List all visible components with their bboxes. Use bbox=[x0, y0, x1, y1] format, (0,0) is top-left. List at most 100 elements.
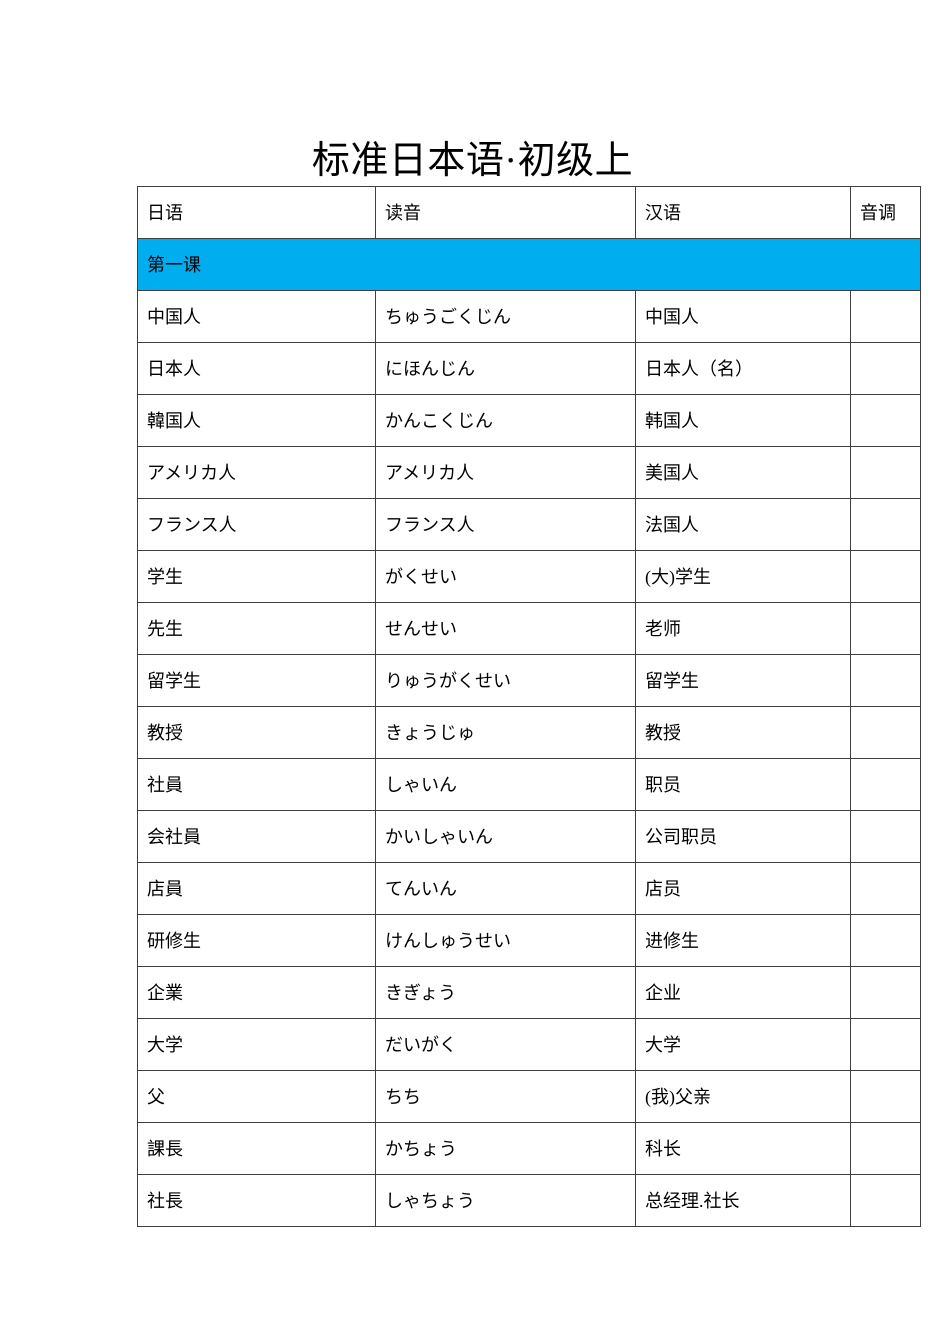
cell-chinese: 日本人（名） bbox=[635, 342, 851, 395]
cell-chinese: (大)学生 bbox=[635, 550, 851, 603]
table-row: 会社員 かいしゃいん 公司职员 bbox=[137, 810, 921, 863]
cell-chinese: 总经理.社长 bbox=[635, 1174, 851, 1227]
table-row: 先生 せんせい 老师 bbox=[137, 602, 921, 655]
cell-pitch bbox=[850, 1018, 921, 1071]
table-row: 大学 だいがく 大学 bbox=[137, 1018, 921, 1071]
table-row: 父ちち (我)父亲 bbox=[137, 1070, 921, 1123]
cell-pitch bbox=[850, 342, 921, 395]
cell-japanese: フランス人 bbox=[137, 498, 376, 551]
cell-pitch bbox=[850, 446, 921, 499]
cell-japanese: 課長 bbox=[137, 1122, 376, 1175]
cell-reading: かちょう bbox=[375, 1122, 636, 1175]
column-header-japanese: 日语 bbox=[137, 186, 376, 239]
cell-reading: にほんじん bbox=[375, 342, 636, 395]
table-row: 店員 てんいん 店员 bbox=[137, 862, 921, 915]
cell-chinese: (我)父亲 bbox=[635, 1070, 851, 1123]
cell-chinese: 教授 bbox=[635, 706, 851, 759]
cell-reading: フランス人 bbox=[375, 498, 636, 551]
cell-chinese: 企业 bbox=[635, 966, 851, 1019]
cell-chinese: 大学 bbox=[635, 1018, 851, 1071]
table-row: フランス人 フランス人 法国人 bbox=[137, 498, 921, 551]
cell-pitch bbox=[850, 810, 921, 863]
cell-japanese: 会社員 bbox=[137, 810, 376, 863]
table-header: 日语 读音 汉语 音调 bbox=[137, 186, 921, 239]
cell-chinese: 公司职员 bbox=[635, 810, 851, 863]
cell-pitch bbox=[850, 602, 921, 655]
cell-reading: がくせい bbox=[375, 550, 636, 603]
cell-japanese: 大学 bbox=[137, 1018, 376, 1071]
cell-reading: しゃいん bbox=[375, 758, 636, 811]
cell-chinese: 进修生 bbox=[635, 914, 851, 967]
cell-reading: けんしゅうせい bbox=[375, 914, 636, 967]
table-row: 企業 きぎょう 企业 bbox=[137, 966, 921, 1019]
cell-japanese: 企業 bbox=[137, 966, 376, 1019]
cell-japanese: 父 bbox=[137, 1070, 376, 1123]
cell-japanese: 日本人 bbox=[137, 342, 376, 395]
cell-japanese: 中国人 bbox=[137, 290, 376, 343]
cell-reading: ちち bbox=[375, 1070, 636, 1123]
table-row: 教授 きょうじゅ 教授 bbox=[137, 706, 921, 759]
cell-japanese: 社員 bbox=[137, 758, 376, 811]
cell-pitch bbox=[850, 966, 921, 1019]
cell-reading: せんせい bbox=[375, 602, 636, 655]
table-row: 課長 かちょう 科长 bbox=[137, 1122, 921, 1175]
table-row: アメリカ人 アメリカ人 美国人 bbox=[137, 446, 921, 499]
cell-japanese: アメリカ人 bbox=[137, 446, 376, 499]
column-header-pitch: 音调 bbox=[850, 186, 921, 239]
cell-reading: かいしゃいん bbox=[375, 810, 636, 863]
cell-japanese: 社長 bbox=[137, 1174, 376, 1227]
cell-reading: しゃちょう bbox=[375, 1174, 636, 1227]
page-title: 标准日本语·初级上 bbox=[311, 140, 634, 183]
cell-chinese: 科长 bbox=[635, 1122, 851, 1175]
column-header-chinese: 汉语 bbox=[635, 186, 851, 239]
cell-pitch bbox=[850, 862, 921, 915]
cell-pitch bbox=[850, 706, 921, 759]
cell-chinese: 留学生 bbox=[635, 654, 851, 707]
cell-reading: りゅうがくせい bbox=[375, 654, 636, 707]
cell-chinese: 职员 bbox=[635, 758, 851, 811]
table-row: 研修生 けんしゅうせい 进修生 bbox=[137, 914, 921, 967]
cell-chinese: 老师 bbox=[635, 602, 851, 655]
cell-reading: かんこくじん bbox=[375, 394, 636, 447]
cell-pitch bbox=[850, 914, 921, 967]
cell-pitch bbox=[850, 394, 921, 447]
cell-pitch bbox=[850, 550, 921, 603]
table-row: 社員 しゃいん 职员 bbox=[137, 758, 921, 811]
cell-pitch bbox=[850, 1070, 921, 1123]
table-row: 日本人 にほんじん 日本人（名） bbox=[137, 342, 921, 395]
cell-reading: だいがく bbox=[375, 1018, 636, 1071]
cell-japanese: 学生 bbox=[137, 550, 376, 603]
document-page: 标准日本语·初级上 日语 读音 汉语 音调 第一课 中国人 ちゅうごくじん 中国人日… bbox=[0, 0, 945, 1337]
cell-chinese: 韩国人 bbox=[635, 394, 851, 447]
cell-japanese: 店員 bbox=[137, 862, 376, 915]
cell-chinese: 美国人 bbox=[635, 446, 851, 499]
cell-pitch bbox=[850, 758, 921, 811]
table-row: 韓国人 かんこくじん 韩国人 bbox=[137, 394, 921, 447]
cell-japanese: 先生 bbox=[137, 602, 376, 655]
lesson-section-row: 第一课 bbox=[137, 238, 921, 291]
cell-reading: きぎょう bbox=[375, 966, 636, 1019]
cell-japanese: 韓国人 bbox=[137, 394, 376, 447]
cell-pitch bbox=[850, 1174, 921, 1227]
cell-chinese: 法国人 bbox=[635, 498, 851, 551]
header-row: 日语 读音 汉语 音调 bbox=[137, 186, 921, 239]
cell-pitch bbox=[850, 498, 921, 551]
table-row: 社長 しゃちょう 总经理.社长 bbox=[137, 1174, 921, 1227]
cell-japanese: 留学生 bbox=[137, 654, 376, 707]
cell-pitch bbox=[850, 1122, 921, 1175]
cell-chinese: 中国人 bbox=[635, 290, 851, 343]
table-row: 留学生 りゅうがくせい 留学生 bbox=[137, 654, 921, 707]
table-row: 中国人 ちゅうごくじん 中国人 bbox=[137, 290, 921, 343]
cell-pitch bbox=[850, 290, 921, 343]
table-body: 第一课 中国人 ちゅうごくじん 中国人 日本人 にほんじん 日本人（名） 韓国人 かんこくじん… bbox=[137, 238, 921, 1227]
table-row: 学生 がくせい (大)学生 bbox=[137, 550, 921, 603]
cell-chinese: 店员 bbox=[635, 862, 851, 915]
column-header-reading: 读音 bbox=[375, 186, 636, 239]
cell-reading: きょうじゅ bbox=[375, 706, 636, 759]
cell-pitch bbox=[850, 654, 921, 707]
vocabulary-table: 日语 读音 汉语 音调 第一课 中国人 ちゅうごくじん 中国人 日本人 にほんじん 日本人… bbox=[137, 186, 921, 1227]
cell-reading: ちゅうごくじん bbox=[375, 290, 636, 343]
cell-reading: てんいん bbox=[375, 862, 636, 915]
lesson-label: 第一课 bbox=[137, 238, 921, 291]
cell-japanese: 研修生 bbox=[137, 914, 376, 967]
